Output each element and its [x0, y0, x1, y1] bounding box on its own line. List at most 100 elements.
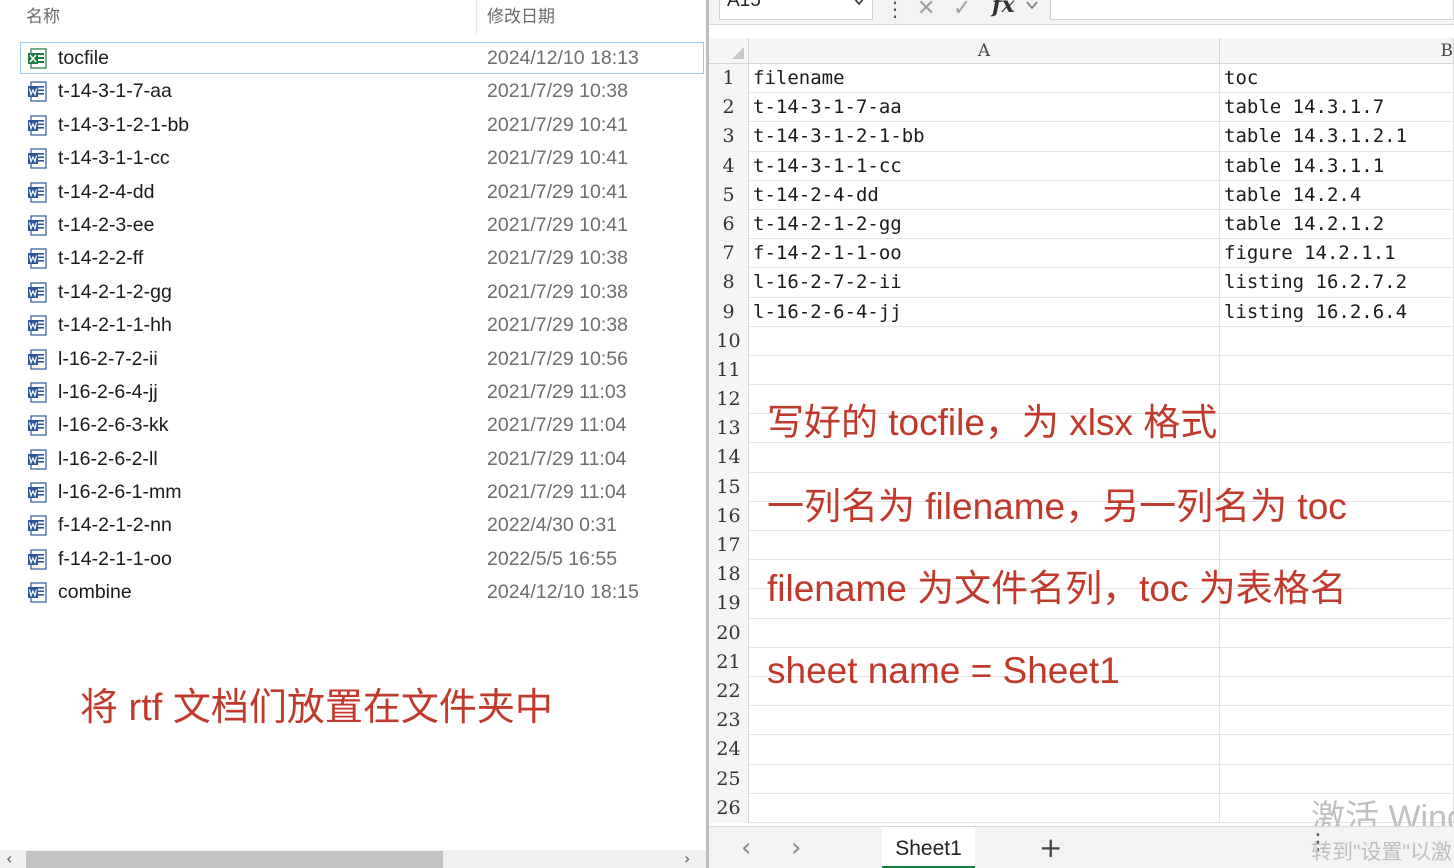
- cell-b[interactable]: [1220, 735, 1454, 765]
- cell-b[interactable]: [1220, 443, 1454, 473]
- cell-a[interactable]: t-14-3-1-1-cc: [749, 151, 1220, 181]
- row-header[interactable]: 16: [709, 501, 749, 531]
- file-row[interactable]: t-14-2-3-ee 2021/7/29 10:41: [0, 209, 706, 242]
- row-header[interactable]: 22: [709, 676, 749, 707]
- name-box[interactable]: A15: [719, 0, 873, 20]
- file-row[interactable]: t-14-3-1-1-cc 2021/7/29 10:41: [0, 142, 706, 175]
- cell-b[interactable]: table 14.3.1.7: [1220, 93, 1454, 123]
- file-row[interactable]: t-14-3-1-7-aa 2021/7/29 10:38: [0, 75, 706, 108]
- row-header[interactable]: 24: [709, 735, 749, 765]
- scroll-right-icon[interactable]: ›: [684, 849, 690, 868]
- row-header[interactable]: 7: [709, 239, 749, 269]
- row-header[interactable]: 4: [709, 151, 749, 181]
- column-header-a[interactable]: A: [749, 38, 1220, 64]
- more-options-icon[interactable]: ⋮: [885, 0, 905, 21]
- row-header[interactable]: 10: [709, 326, 749, 356]
- select-all-corner[interactable]: [709, 38, 749, 64]
- row-header[interactable]: 6: [709, 209, 749, 240]
- cell-a[interactable]: l-16-2-7-2-ii: [749, 268, 1220, 298]
- cell-b[interactable]: [1220, 385, 1454, 415]
- file-row[interactable]: t-14-3-1-2-1-bb 2021/7/29 10:41: [0, 109, 706, 142]
- cell-a[interactable]: l-16-2-6-4-jj: [749, 297, 1220, 327]
- formula-input[interactable]: [1050, 0, 1454, 20]
- chevron-down-icon[interactable]: [1025, 0, 1039, 12]
- cell-b[interactable]: [1220, 618, 1454, 648]
- row-header[interactable]: 20: [709, 618, 749, 648]
- file-row[interactable]: l-16-2-6-3-kk 2021/7/29 11:04: [0, 409, 706, 442]
- row-header[interactable]: 19: [709, 589, 749, 619]
- row-header[interactable]: 18: [709, 560, 749, 590]
- row-header[interactable]: 13: [709, 414, 749, 444]
- file-row[interactable]: tocfile 2024/12/10 18:13: [0, 42, 706, 75]
- cell-b[interactable]: table 14.2.4: [1220, 180, 1454, 210]
- cell-a[interactable]: [749, 326, 1220, 356]
- cell-a[interactable]: [749, 618, 1220, 648]
- cell-a[interactable]: f-14-2-1-1-oo: [749, 239, 1220, 269]
- cell-a[interactable]: [749, 531, 1220, 561]
- cell-b[interactable]: table 14.3.1.1: [1220, 151, 1454, 181]
- next-sheet-icon[interactable]: ›: [791, 833, 801, 863]
- file-row[interactable]: l-16-2-6-1-mm 2021/7/29 11:04: [0, 476, 706, 509]
- file-row[interactable]: f-14-2-1-2-nn 2022/4/30 0:31: [0, 509, 706, 542]
- row-header[interactable]: 14: [709, 443, 749, 473]
- row-header[interactable]: 23: [709, 706, 749, 736]
- prev-sheet-icon[interactable]: ‹: [741, 833, 751, 863]
- file-row[interactable]: l-16-2-6-2-ll 2021/7/29 11:04: [0, 443, 706, 476]
- row-header[interactable]: 11: [709, 355, 749, 386]
- cell-b[interactable]: table 14.3.1.2.1: [1220, 122, 1454, 152]
- file-row[interactable]: t-14-2-1-2-gg 2021/7/29 10:38: [0, 276, 706, 309]
- row-header[interactable]: 15: [709, 472, 749, 502]
- cell-a[interactable]: t-14-3-1-2-1-bb: [749, 122, 1220, 152]
- file-row[interactable]: f-14-2-1-1-oo 2022/5/5 16:55: [0, 543, 706, 576]
- row-header[interactable]: 5: [709, 180, 749, 210]
- add-sheet-icon[interactable]: +: [1039, 831, 1062, 864]
- horizontal-scrollbar[interactable]: ‹ ›: [0, 849, 706, 868]
- row-header[interactable]: 12: [709, 385, 749, 415]
- file-row[interactable]: t-14-2-2-ff 2021/7/29 10:38: [0, 242, 706, 275]
- cell-a[interactable]: [749, 764, 1220, 794]
- cell-b[interactable]: [1220, 647, 1454, 677]
- row-header[interactable]: 9: [709, 297, 749, 327]
- row-header[interactable]: 26: [709, 793, 749, 823]
- insert-function-icon[interactable]: fx: [992, 0, 1015, 18]
- row-header[interactable]: 8: [709, 268, 749, 298]
- file-row[interactable]: l-16-2-7-2-ii 2021/7/29 10:56: [0, 343, 706, 376]
- cell-a[interactable]: [749, 355, 1220, 386]
- cell-b[interactable]: [1220, 706, 1454, 736]
- cell-a[interactable]: filename: [749, 64, 1220, 94]
- row-header[interactable]: 3: [709, 122, 749, 152]
- file-row[interactable]: t-14-2-1-1-hh 2021/7/29 10:38: [0, 309, 706, 342]
- accept-icon[interactable]: ✓: [953, 0, 971, 21]
- cell-a[interactable]: t-14-3-1-7-aa: [749, 93, 1220, 123]
- scroll-left-icon[interactable]: ‹: [6, 849, 12, 868]
- cancel-icon[interactable]: ✕: [917, 0, 935, 21]
- tab-sheet1[interactable]: Sheet1: [882, 827, 975, 868]
- column-separator[interactable]: [476, 0, 477, 34]
- cell-b[interactable]: [1220, 355, 1454, 386]
- file-row[interactable]: l-16-2-6-4-jj 2021/7/29 11:03: [0, 376, 706, 409]
- file-row[interactable]: t-14-2-4-dd 2021/7/29 10:41: [0, 176, 706, 209]
- row-header[interactable]: 17: [709, 531, 749, 561]
- chevron-down-icon[interactable]: [852, 0, 866, 8]
- row-header[interactable]: 25: [709, 764, 749, 794]
- column-header-name[interactable]: 名称: [26, 2, 60, 27]
- cell-b[interactable]: [1220, 676, 1454, 707]
- scrollbar-thumb[interactable]: [26, 851, 443, 868]
- cell-b[interactable]: figure 14.2.1.1: [1220, 239, 1454, 269]
- cell-a[interactable]: t-14-2-1-2-gg: [749, 209, 1220, 240]
- cell-a[interactable]: [749, 793, 1220, 823]
- cell-a[interactable]: [749, 706, 1220, 736]
- cell-b[interactable]: [1220, 326, 1454, 356]
- cell-a[interactable]: t-14-2-4-dd: [749, 180, 1220, 210]
- cell-b[interactable]: listing 16.2.7.2: [1220, 268, 1454, 298]
- cell-b[interactable]: [1220, 531, 1454, 561]
- file-row[interactable]: combine 2024/12/10 18:15: [0, 576, 706, 609]
- cell-b[interactable]: toc: [1220, 64, 1454, 94]
- cell-b[interactable]: [1220, 414, 1454, 444]
- cell-b[interactable]: table 14.2.1.2: [1220, 209, 1454, 240]
- cell-a[interactable]: [749, 735, 1220, 765]
- row-header[interactable]: 2: [709, 93, 749, 123]
- column-header-date[interactable]: 修改日期: [487, 2, 555, 27]
- row-header[interactable]: 1: [709, 64, 749, 94]
- cell-b[interactable]: listing 16.2.6.4: [1220, 297, 1454, 327]
